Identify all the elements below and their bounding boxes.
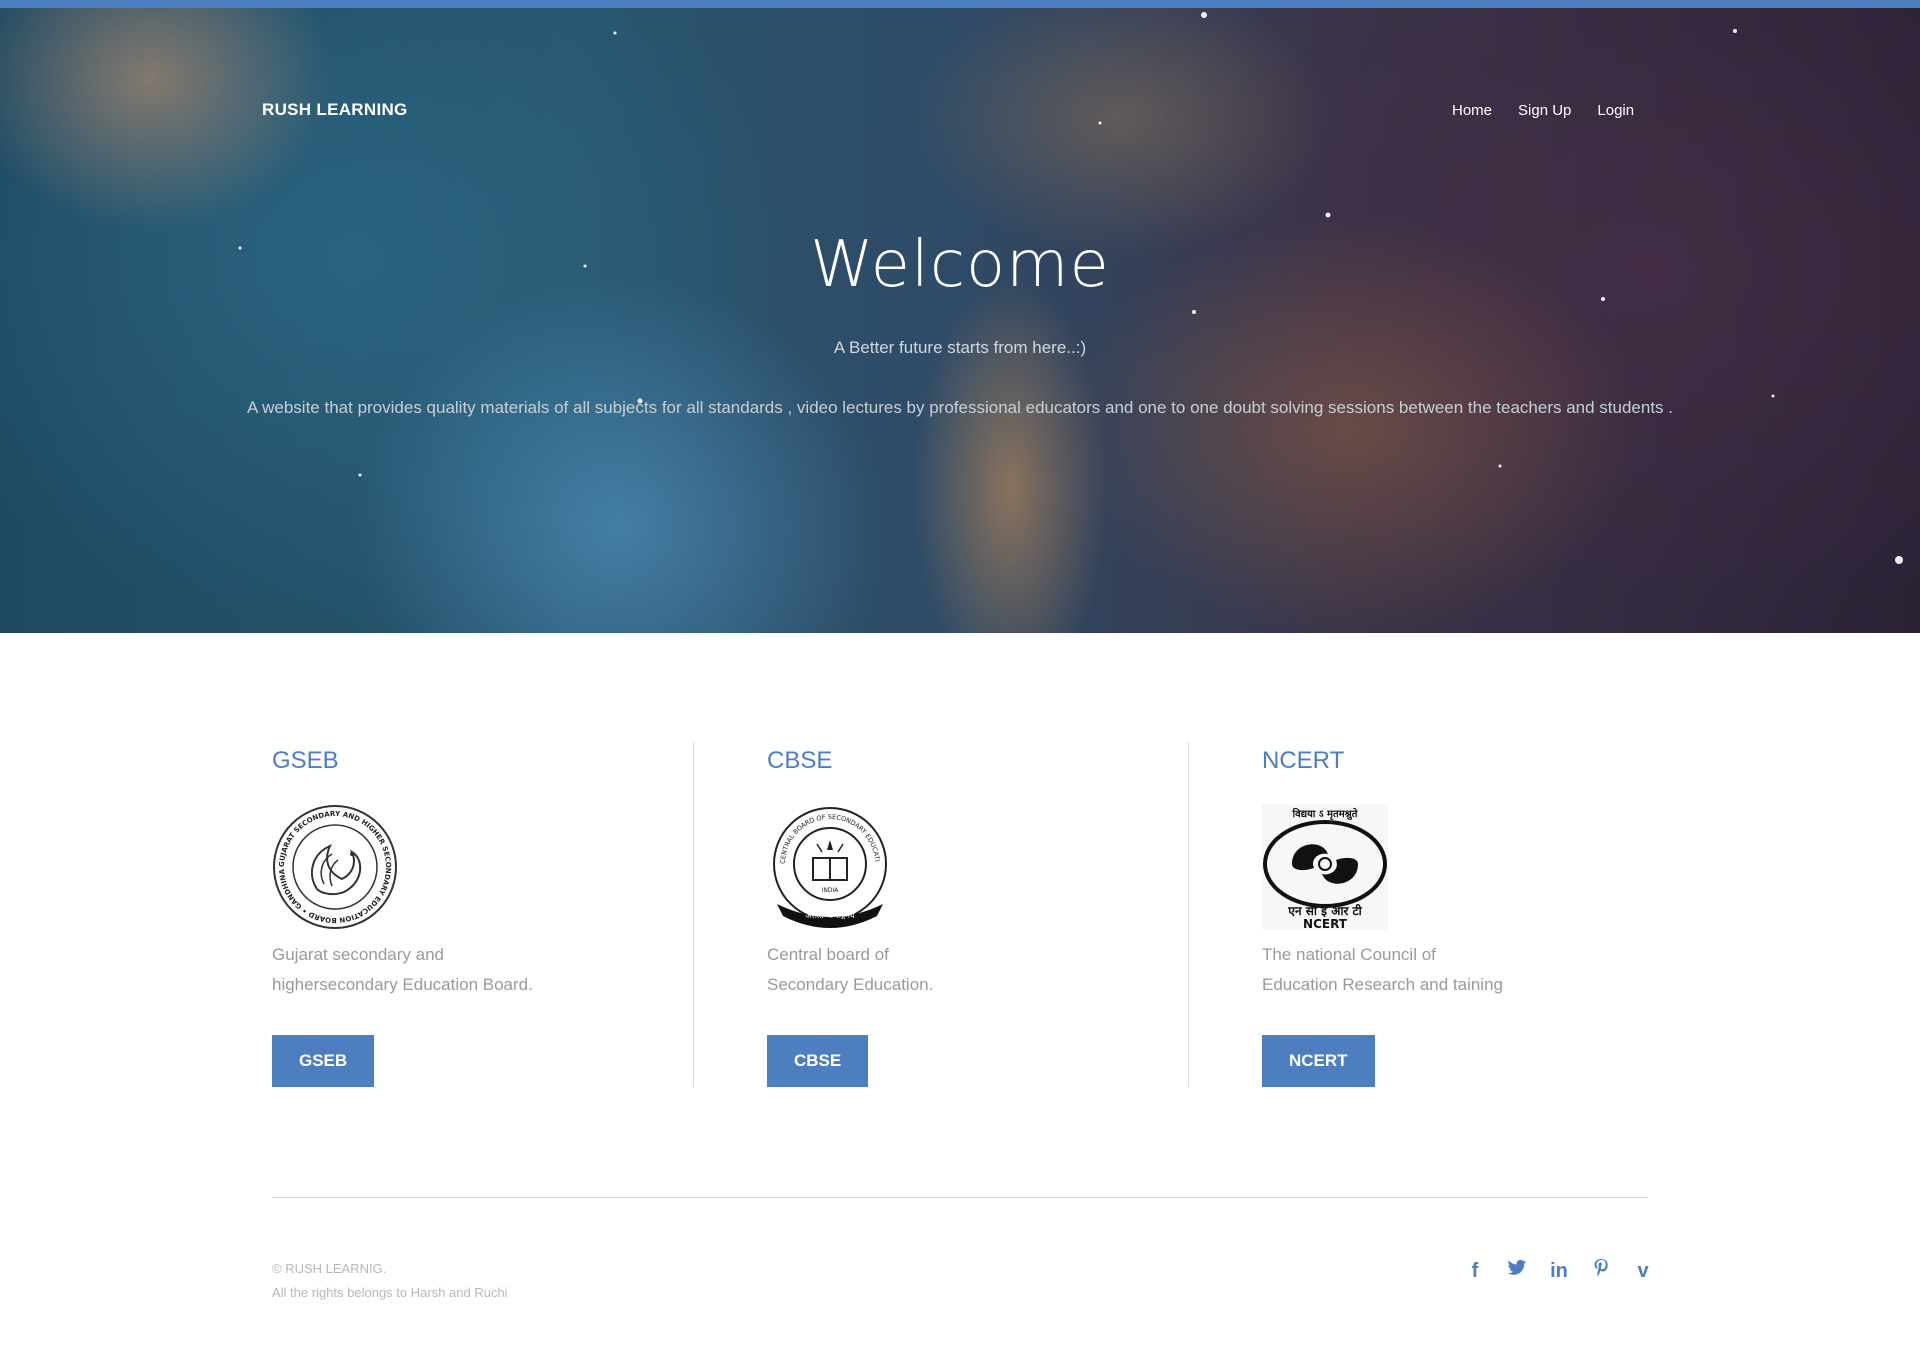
board-description-line: Secondary Education. [767,975,934,994]
nav-signup-link[interactable]: Sign Up [1518,102,1571,119]
ncert-english-text: NCERT [1303,917,1348,930]
ncert-hindi-text: एन सी ई आर टी [1287,904,1362,918]
cbse-country-text: INDIA [822,887,840,894]
top-accent-strip [0,0,1920,8]
twitter-icon[interactable] [1506,1259,1528,1283]
board-description: Central board of Secondary Education. [767,940,1147,1000]
board-title: CBSE [767,747,833,774]
star [1201,12,1207,18]
linkedin-icon[interactable]: in [1548,1260,1570,1283]
nav-login-link[interactable]: Login [1597,102,1634,119]
gseb-emblem-icon: GUJARAT SECONDARY AND HIGHER SECONDARY E… [272,804,397,929]
board-title: NCERT [1262,747,1345,774]
star [1192,310,1196,314]
boards-section: GSEB GUJARAT SECONDARY AND HIGHER SECOND… [272,742,1648,1087]
nav-home-link[interactable]: Home [1452,102,1492,119]
board-card-ncert: NCERT विद्यया ऽ मृतमश्नुते एन सी ई आर टी… [1262,742,1682,1087]
hero-description: A website that provides quality material… [247,398,1673,417]
board-title: GSEB [272,747,339,774]
footer-divider [272,1197,1648,1198]
board-description-line: Central board of [767,945,889,964]
brand-logo[interactable]: RUSH LEARNING [262,100,408,120]
copyright: © RUSH LEARNIG. All the rights belongs t… [272,1257,508,1305]
hero-subtitle: A Better future starts from here..:) [833,338,1087,357]
vimeo-icon[interactable]: v [1632,1260,1654,1283]
ncert-button[interactable]: NCERT [1262,1035,1375,1087]
hero-banner: RUSH LEARNING Home Sign Up Login Welcome… [0,8,1920,633]
rights-text: All the rights belongs to Harsh and Ruch… [272,1285,508,1300]
star [1733,29,1737,33]
gseb-button[interactable]: GSEB [272,1035,375,1087]
pinterest-icon[interactable] [1590,1258,1612,1284]
star [1498,464,1502,468]
board-card-cbse: CBSE CENTRAL BOARD OF SECONDARY EDUCATIO… [767,742,1187,1087]
board-description-line: Education Research and taining [1262,975,1503,994]
social-links: f in v [1464,1258,1654,1284]
ncert-emblem-icon: विद्यया ऽ मृतमश्नुते एन सी ई आर टी NCERT [1262,804,1388,930]
star [1325,212,1331,218]
ncert-top-text: विद्यया ऽ मृतमश्नुते [1292,807,1359,820]
star [1098,121,1102,125]
board-description-line: Gujarat secondary and [272,945,444,964]
main-nav: Home Sign Up Login [1452,102,1634,119]
facebook-icon[interactable]: f [1464,1260,1486,1283]
board-description-line: highersecondary Education Board. [272,975,533,994]
board-card-gseb: GSEB GUJARAT SECONDARY AND HIGHER SECOND… [272,742,692,1087]
column-divider [1188,742,1189,1087]
star [358,473,362,477]
hero-title: Welcome [810,228,1110,302]
cbse-button[interactable]: CBSE [767,1035,869,1087]
column-divider [693,742,694,1087]
board-description-line: The national Council of [1262,945,1436,964]
cbse-motto-text: असतो मा सद्गमय [805,910,855,920]
cbse-emblem-icon: CENTRAL BOARD OF SECONDARY EDUCATION IND… [767,804,887,928]
board-description: The national Council of Education Resear… [1262,940,1642,1000]
star [1895,556,1903,564]
star [613,31,617,35]
copyright-text: © RUSH LEARNIG. [272,1261,387,1276]
board-description: Gujarat secondary and highersecondary Ed… [272,940,652,1000]
